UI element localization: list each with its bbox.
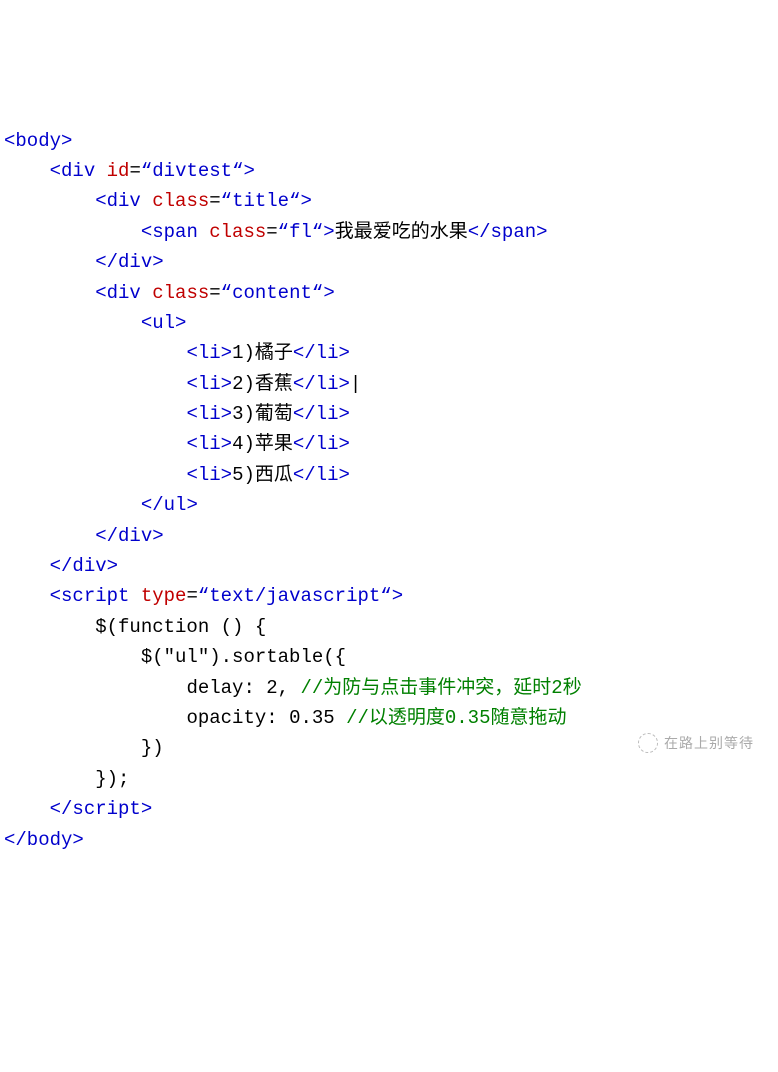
li-3: 3)葡萄: [232, 403, 293, 425]
js-line-5: }): [141, 737, 164, 759]
tag-div-open: <div: [95, 190, 141, 212]
tag-div-close: </div>: [95, 525, 163, 547]
js-delay-key: delay:: [186, 677, 254, 699]
tag-li-open: <li>: [186, 433, 232, 455]
tag-body-close: </body>: [4, 829, 84, 851]
tag-li-close: </li>: [293, 403, 350, 425]
tag-body-open: <body>: [4, 130, 72, 152]
tag-div-close: </div>: [95, 251, 163, 273]
val-textjs: “text/javascript“: [198, 585, 392, 607]
tag-li-open: <li>: [186, 464, 232, 486]
attr-class: class: [209, 221, 266, 243]
li-4: 4)苹果: [232, 433, 293, 455]
tag-span-close: </span>: [468, 221, 548, 243]
attr-class: class: [152, 190, 209, 212]
tag-ul-open: <ul>: [141, 312, 187, 334]
tag-ul-close: </ul>: [141, 494, 198, 516]
val-divtest: “divtest“: [141, 160, 244, 182]
tag-script-open: <script: [50, 585, 130, 607]
text-cursor: |: [350, 373, 361, 395]
attr-id: id: [107, 160, 130, 182]
title-text: 我最爱吃的水果: [335, 221, 468, 243]
tag-span-open: <span: [141, 221, 198, 243]
tag-div-open: <div: [95, 282, 141, 304]
li-1: 1)橘子: [232, 342, 293, 364]
tag-div-close: </div>: [50, 555, 118, 577]
li-5: 5)西瓜: [232, 464, 293, 486]
tag-li-open: <li>: [186, 403, 232, 425]
attr-type: type: [141, 585, 187, 607]
tag-li-open: <li>: [186, 342, 232, 364]
tag-li-close: </li>: [293, 342, 350, 364]
tag-li-open: <li>: [186, 373, 232, 395]
tag-li-close: </li>: [293, 464, 350, 486]
li-2: 2)香蕉: [232, 373, 293, 395]
js-opacity-key: opacity:: [186, 707, 277, 729]
js-line-6: });: [95, 768, 129, 790]
tag-li-close: </li>: [293, 373, 350, 395]
watermark-icon: [638, 733, 658, 753]
val-content: “content“: [221, 282, 324, 304]
tag-div-open: <div: [50, 160, 96, 182]
js-comment-2: //以透明度0.35随意拖动: [346, 707, 566, 729]
val-title: “title“: [221, 190, 301, 212]
tag-script-close: </script>: [50, 798, 153, 820]
watermark-text: 在路上别等待: [664, 732, 754, 754]
js-comment-1: //为防与点击事件冲突，延时2秒: [300, 677, 581, 699]
js-delay-val: 2,: [266, 677, 289, 699]
js-opacity-val: 0.35: [289, 707, 335, 729]
tag-li-close: </li>: [293, 433, 350, 455]
attr-class: class: [152, 282, 209, 304]
js-line-2: $("ul").sortable({: [141, 646, 346, 668]
val-fl: “fl“: [278, 221, 324, 243]
watermark: 在路上别等待: [638, 732, 754, 754]
js-line-1: $(function () {: [95, 616, 266, 638]
